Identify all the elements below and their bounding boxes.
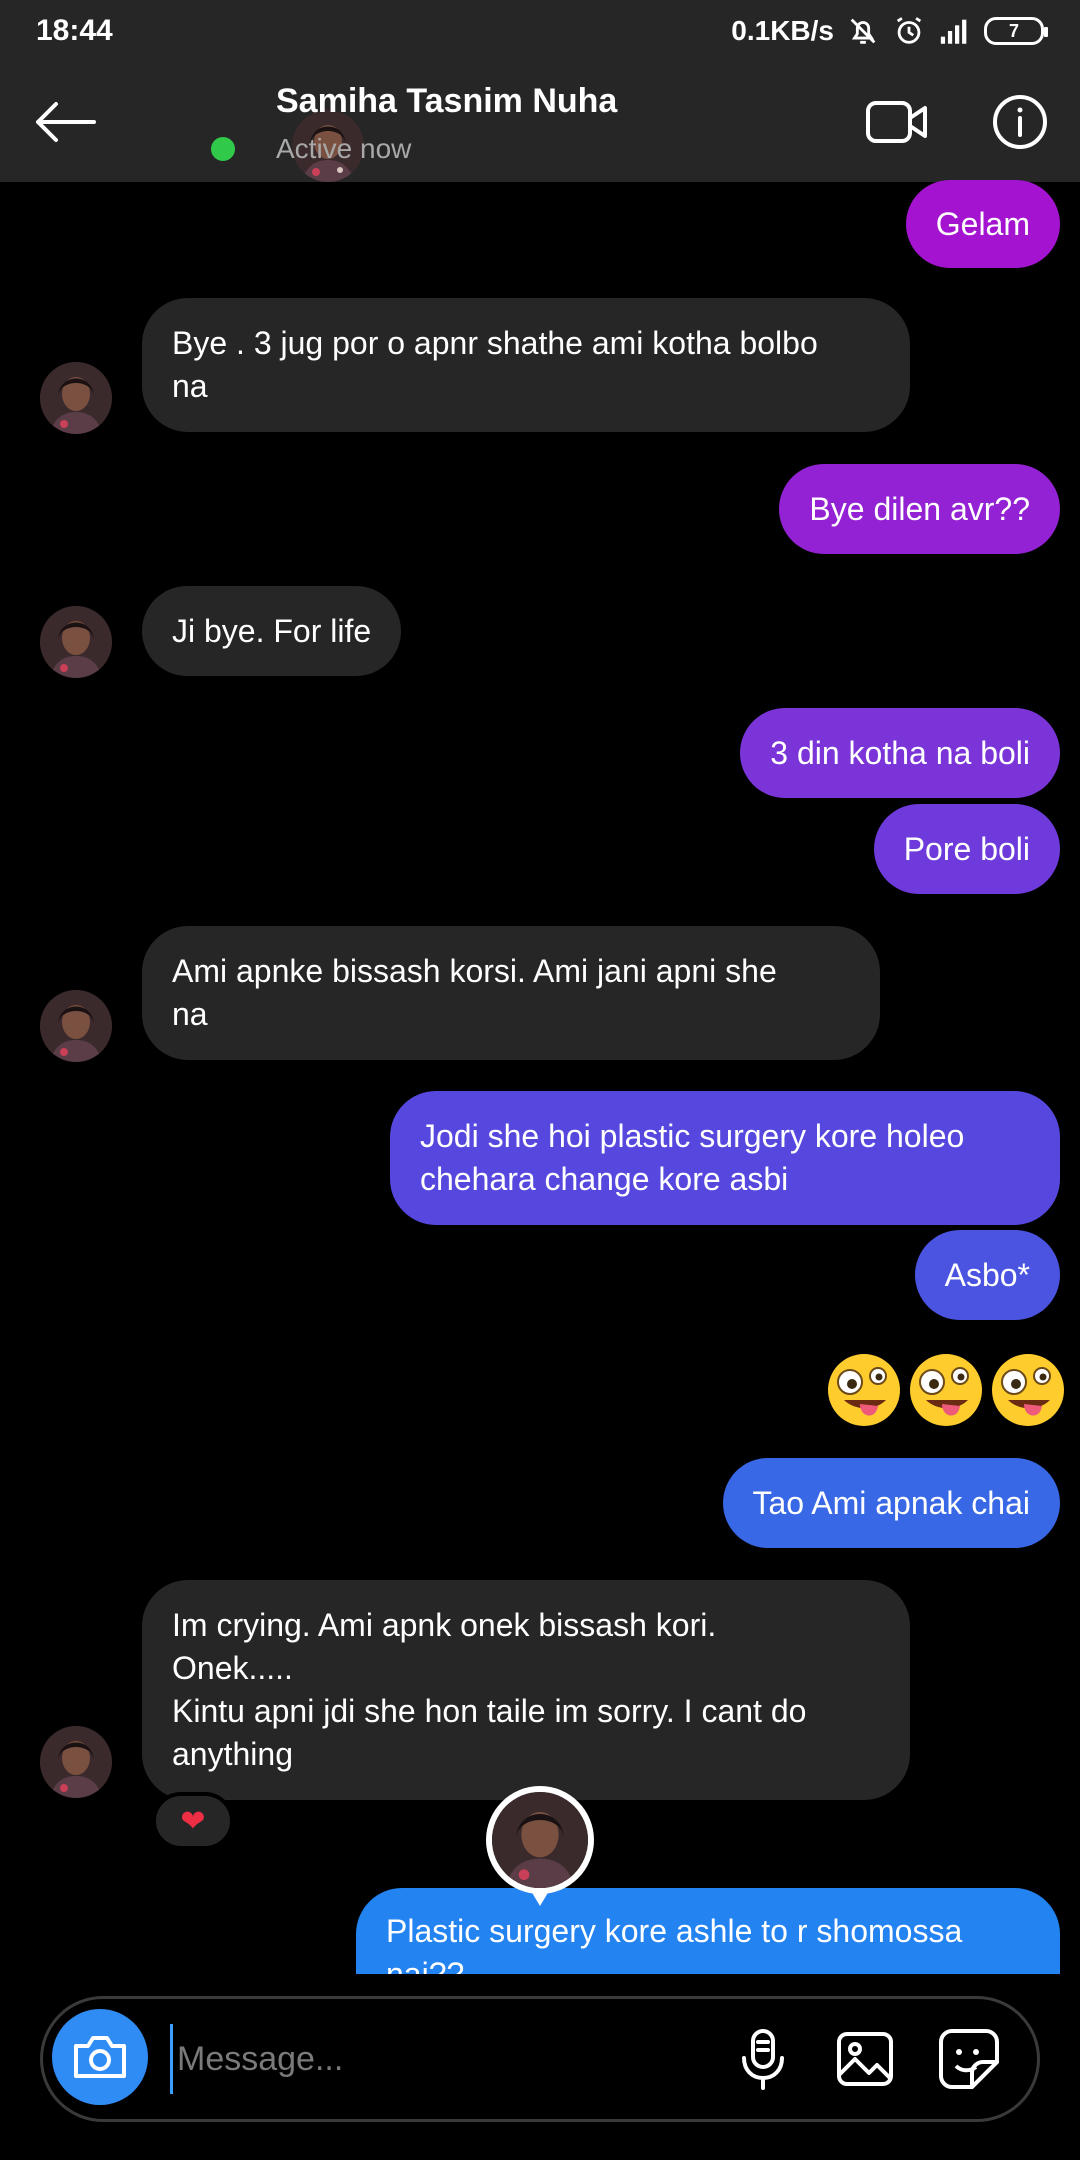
microphone-button[interactable] bbox=[728, 2026, 798, 2092]
sent-message[interactable]: Pore boli bbox=[873, 804, 1060, 894]
avatar-image bbox=[492, 1792, 588, 1888]
received-message[interactable]: Ami apnke bissash korsi. Ami jani apni s… bbox=[142, 926, 880, 1060]
sent-message[interactable]: Gelam bbox=[905, 180, 1060, 268]
back-arrow-icon bbox=[36, 102, 96, 142]
zany-face-icon bbox=[992, 1354, 1064, 1426]
received-message[interactable]: Im crying. Ami apnk onek bissash kori. O… bbox=[142, 1580, 910, 1800]
seen-avatar bbox=[492, 1792, 588, 1888]
status-bar: 18:44 0.1KB/s 7 bbox=[0, 0, 1080, 62]
sender-avatar[interactable] bbox=[40, 1726, 112, 1798]
video-call-button[interactable] bbox=[862, 90, 932, 154]
camera-button[interactable] bbox=[52, 2009, 148, 2105]
gallery-icon bbox=[837, 2032, 893, 2086]
info-icon bbox=[993, 95, 1047, 149]
battery-icon: 7 bbox=[984, 17, 1048, 45]
received-message[interactable]: Ji bye. For life bbox=[142, 586, 402, 676]
alarm-icon bbox=[896, 17, 922, 44]
battery-level: 7 bbox=[1008, 20, 1019, 41]
header-text[interactable]: Samiha Tasnim Nuha Active now bbox=[276, 82, 617, 165]
sent-message[interactable]: Tao Ami apnak chai bbox=[722, 1458, 1060, 1548]
status-time: 18:44 bbox=[36, 14, 113, 47]
back-button[interactable] bbox=[0, 62, 130, 182]
signal-icon bbox=[940, 19, 967, 44]
message-input[interactable] bbox=[170, 2024, 710, 2094]
sticker-icon bbox=[939, 2029, 999, 2089]
sender-avatar[interactable] bbox=[40, 990, 112, 1062]
zany-face-icon bbox=[910, 1354, 982, 1426]
mute-bell-icon bbox=[850, 18, 876, 44]
contact-name: Samiha Tasnim Nuha bbox=[276, 82, 618, 120]
seen-indicator bbox=[486, 1786, 594, 1894]
microphone-icon bbox=[742, 2029, 784, 2090]
sent-message[interactable]: Asbo* bbox=[914, 1230, 1060, 1320]
avatar-image bbox=[40, 362, 112, 434]
sent-message[interactable]: 3 din kotha na boli bbox=[740, 708, 1060, 798]
camera-icon bbox=[74, 2036, 126, 2078]
zany-face-icon bbox=[828, 1354, 900, 1426]
heart-reaction[interactable]: ❤ bbox=[152, 1792, 234, 1850]
gallery-button[interactable] bbox=[830, 2026, 900, 2092]
contact-status: Active now bbox=[276, 133, 412, 164]
avatar-image bbox=[40, 606, 112, 678]
sent-message[interactable]: Bye dilen avr?? bbox=[779, 464, 1060, 554]
status-right: 0.1KB/s 7 bbox=[731, 14, 1048, 48]
network-speed: 0.1KB/s bbox=[731, 15, 834, 46]
chat-header: Samiha Tasnim Nuha Active now bbox=[0, 62, 1080, 182]
video-call-icon bbox=[866, 101, 927, 143]
sent-message[interactable]: Jodi she hoi plastic surgery kore holeo … bbox=[390, 1091, 1060, 1225]
avatar-image bbox=[40, 1726, 112, 1798]
sticker-button[interactable] bbox=[934, 2026, 1004, 2092]
heart-icon: ❤ bbox=[180, 1804, 206, 1838]
avatar-image bbox=[40, 990, 112, 1062]
info-button[interactable] bbox=[985, 90, 1055, 154]
sender-avatar[interactable] bbox=[40, 606, 112, 678]
received-message[interactable]: Bye . 3 jug por o apnr shathe ami kotha … bbox=[142, 298, 910, 432]
emoji-message[interactable] bbox=[826, 1352, 1066, 1428]
online-indicator bbox=[206, 132, 240, 166]
sender-avatar[interactable] bbox=[40, 362, 112, 434]
